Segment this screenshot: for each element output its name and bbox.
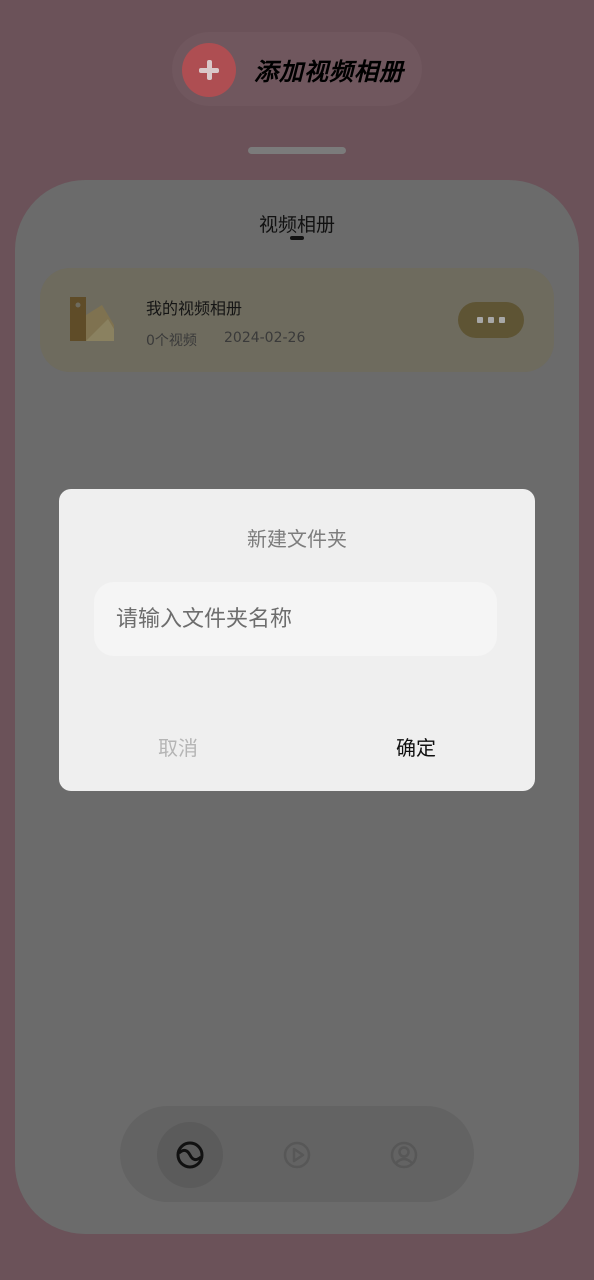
dot-icon bbox=[499, 317, 505, 323]
title-indicator bbox=[290, 236, 304, 240]
profile-icon[interactable] bbox=[388, 1139, 420, 1171]
album-icon[interactable] bbox=[174, 1139, 206, 1171]
sheet-grabber[interactable] bbox=[248, 147, 346, 154]
album-name: 我的视频相册 bbox=[146, 299, 243, 318]
album-video-count: 0个视频 bbox=[146, 333, 197, 349]
folder-name-input[interactable] bbox=[94, 582, 497, 656]
dot-icon bbox=[477, 317, 483, 323]
album-date: 2024-02-26 bbox=[224, 330, 306, 346]
cancel-button[interactable]: 取消 bbox=[118, 726, 238, 766]
dot-icon bbox=[488, 317, 494, 323]
confirm-button[interactable]: 确定 bbox=[356, 726, 476, 766]
play-icon[interactable] bbox=[281, 1139, 313, 1171]
page-title: 视频相册 bbox=[258, 214, 335, 236]
add-album-label[interactable]: 添加视频相册 bbox=[254, 52, 404, 87]
folder-icon bbox=[70, 297, 114, 341]
more-options-button[interactable] bbox=[458, 302, 524, 338]
dialog-title: 新建文件夹 bbox=[247, 527, 347, 551]
plus-icon[interactable] bbox=[182, 43, 236, 97]
